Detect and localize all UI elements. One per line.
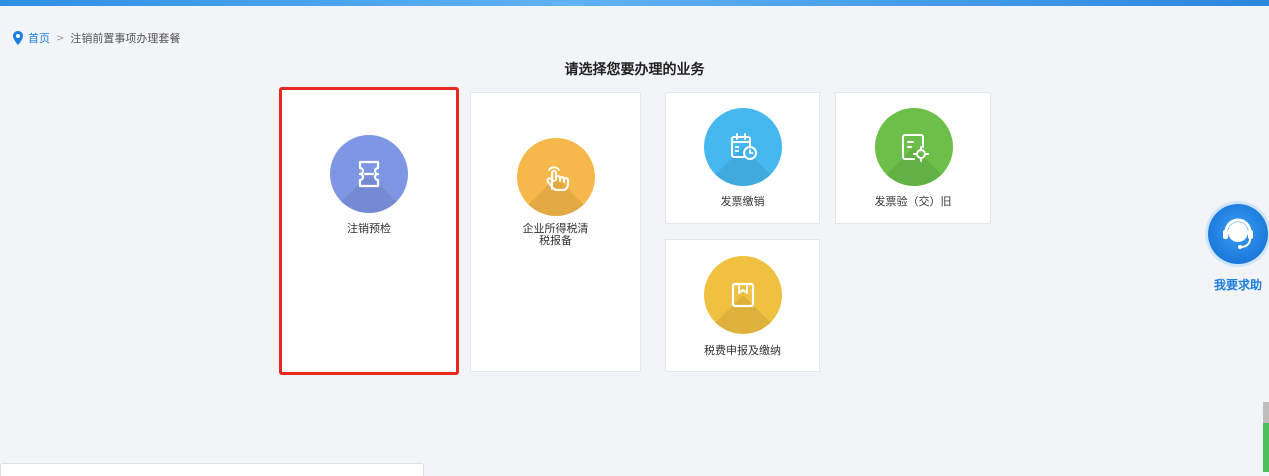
document-gear-icon [875,108,953,186]
headset-icon [1208,204,1268,264]
book-icon [704,256,782,334]
side-scroll-tab[interactable] [1263,402,1269,472]
breadcrumb-current: 注销前置事项办理套餐 [70,32,181,45]
ticket-icon [330,135,408,213]
help-widget[interactable]: 我要求助 [1206,204,1269,294]
card-label: 发票验（交）旧 [874,195,952,208]
hand-pointer-icon [517,138,595,216]
card-cancellation-precheck[interactable]: 注销预检 [279,87,459,375]
top-banner-strip [0,0,1269,6]
card-tax-declaration-payment[interactable]: 税费申报及缴纳 [665,239,820,372]
bottom-panel-edge [0,463,424,476]
calendar-clock-icon [704,108,782,186]
breadcrumb-home-link[interactable]: 首页 [28,30,50,46]
card-income-tax-clearance[interactable]: 企业所得税清 税报备 [470,92,641,372]
card-invoice-cancellation[interactable]: 发票缴销 [665,92,820,224]
breadcrumb-separator: > [56,32,65,44]
card-label: 注销预检 [347,222,391,235]
breadcrumb: 首页 > 注销前置事项办理套餐 [12,30,180,46]
card-invoice-verification[interactable]: 发票验（交）旧 [835,92,991,224]
card-label: 发票缴销 [720,195,765,208]
help-label: 我要求助 [1214,278,1263,292]
card-label: 税费申报及缴纳 [704,344,781,357]
card-label-line2: 税报备 [539,234,572,247]
location-pin-icon [13,31,23,45]
page-title: 请选择您要办理的业务 [564,62,705,78]
